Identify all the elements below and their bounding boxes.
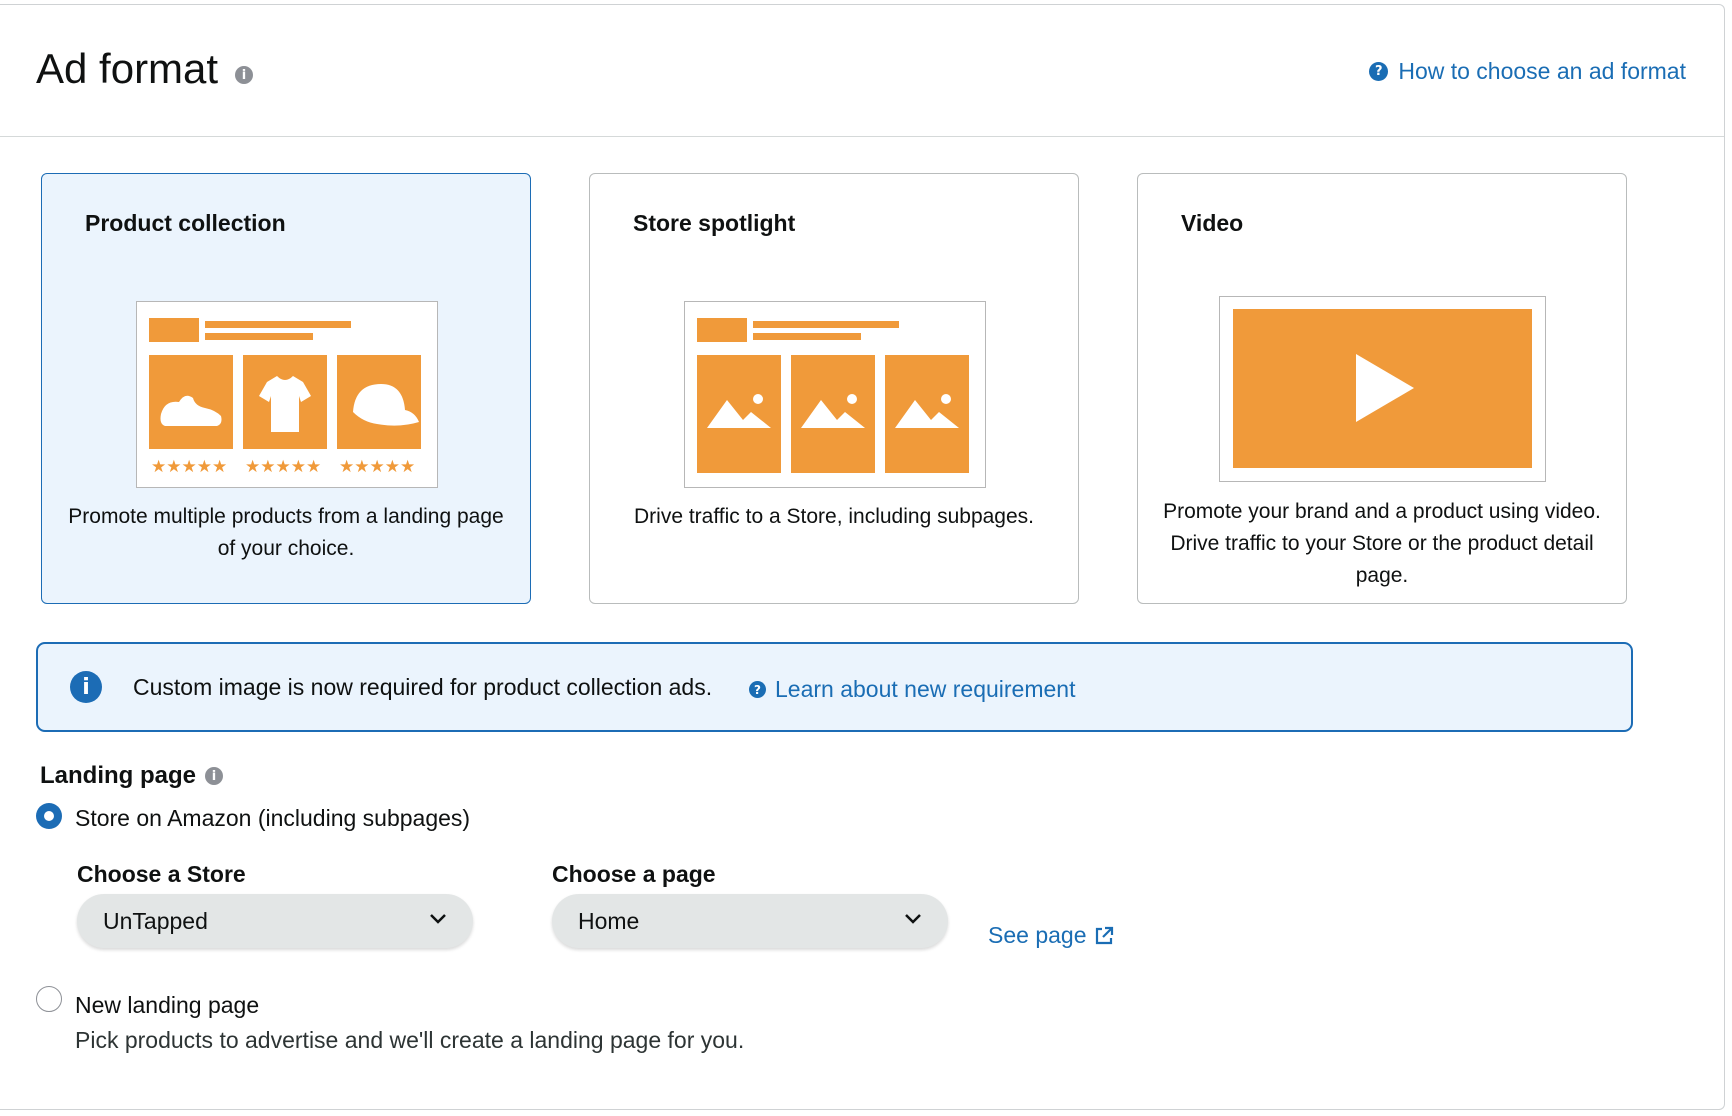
banner-text: Custom image is now required for product… xyxy=(133,674,713,700)
landing-page-label: Landing page xyxy=(40,762,196,789)
see-page-label: See page xyxy=(988,922,1087,948)
external-link-icon xyxy=(1096,926,1114,944)
how-to-choose-link[interactable]: ? How to choose an ad format xyxy=(1369,58,1686,85)
option-new-label: New landing page xyxy=(75,992,260,1018)
option-new-description: Pick products to advertise and we'll cre… xyxy=(75,1027,745,1053)
chevron-down-icon xyxy=(905,914,921,924)
rating-stars: ★★★★★ xyxy=(151,457,227,476)
store-select-value: UnTapped xyxy=(103,908,208,934)
learn-requirement-label: Learn about new requirement xyxy=(775,676,1076,702)
panel-header: Ad format i ? How to choose an ad format xyxy=(0,5,1724,137)
see-page-link[interactable]: See page xyxy=(988,922,1114,949)
card-description: Drive traffic to a Store, including subp… xyxy=(634,505,1034,528)
landing-page-heading: Landing page i xyxy=(40,762,223,790)
page-title: Ad format xyxy=(36,45,219,92)
store-spotlight-illustration xyxy=(684,301,986,488)
radio-store-on-amazon[interactable] xyxy=(36,803,62,829)
option-store-label: Store on Amazon (including subpages) xyxy=(75,805,471,831)
card-description: Promote your brand and a product using v… xyxy=(1163,500,1601,587)
radio-new-landing-page[interactable] xyxy=(36,986,62,1012)
card-store-spotlight[interactable]: Store spotlight Drive traffic to a Store… xyxy=(589,173,1079,604)
info-circle-icon[interactable]: i xyxy=(205,767,223,785)
page-select[interactable]: Home xyxy=(552,894,948,948)
rating-stars: ★★★★★ xyxy=(245,457,321,476)
info-banner: i Custom image is now required for produ… xyxy=(36,642,1633,732)
card-title: Product collection xyxy=(85,210,286,236)
choose-store-label: Choose a Store xyxy=(77,861,246,887)
card-title: Store spotlight xyxy=(633,210,796,236)
rating-stars: ★★★★★ xyxy=(339,457,415,476)
product-collection-illustration: ★★★★★ ★★★★★ ★★★★★ xyxy=(136,301,438,488)
question-circle-icon: ? xyxy=(1369,62,1389,81)
chevron-down-icon xyxy=(430,914,446,924)
learn-requirement-link[interactable]: ? Learn about new requirement xyxy=(749,676,1075,703)
card-title: Video xyxy=(1181,210,1244,236)
card-video[interactable]: Video Promote your brand and a product u… xyxy=(1137,173,1627,604)
card-description: Promote multiple products from a landing… xyxy=(68,505,504,560)
video-illustration xyxy=(1219,296,1546,482)
how-to-choose-label: How to choose an ad format xyxy=(1398,58,1686,84)
ad-format-panel: Ad format i ? How to choose an ad format… xyxy=(0,4,1725,1110)
page-select-value: Home xyxy=(578,908,640,934)
store-select[interactable]: UnTapped xyxy=(77,894,473,948)
info-circle-icon: i xyxy=(70,671,102,703)
card-product-collection[interactable]: Product collection ★★★★★ ★★★★★ ★★★★★ Pro… xyxy=(41,173,531,604)
question-circle-icon: ? xyxy=(749,681,766,698)
info-circle-icon[interactable]: i xyxy=(235,66,253,84)
choose-page-label: Choose a page xyxy=(552,861,716,887)
